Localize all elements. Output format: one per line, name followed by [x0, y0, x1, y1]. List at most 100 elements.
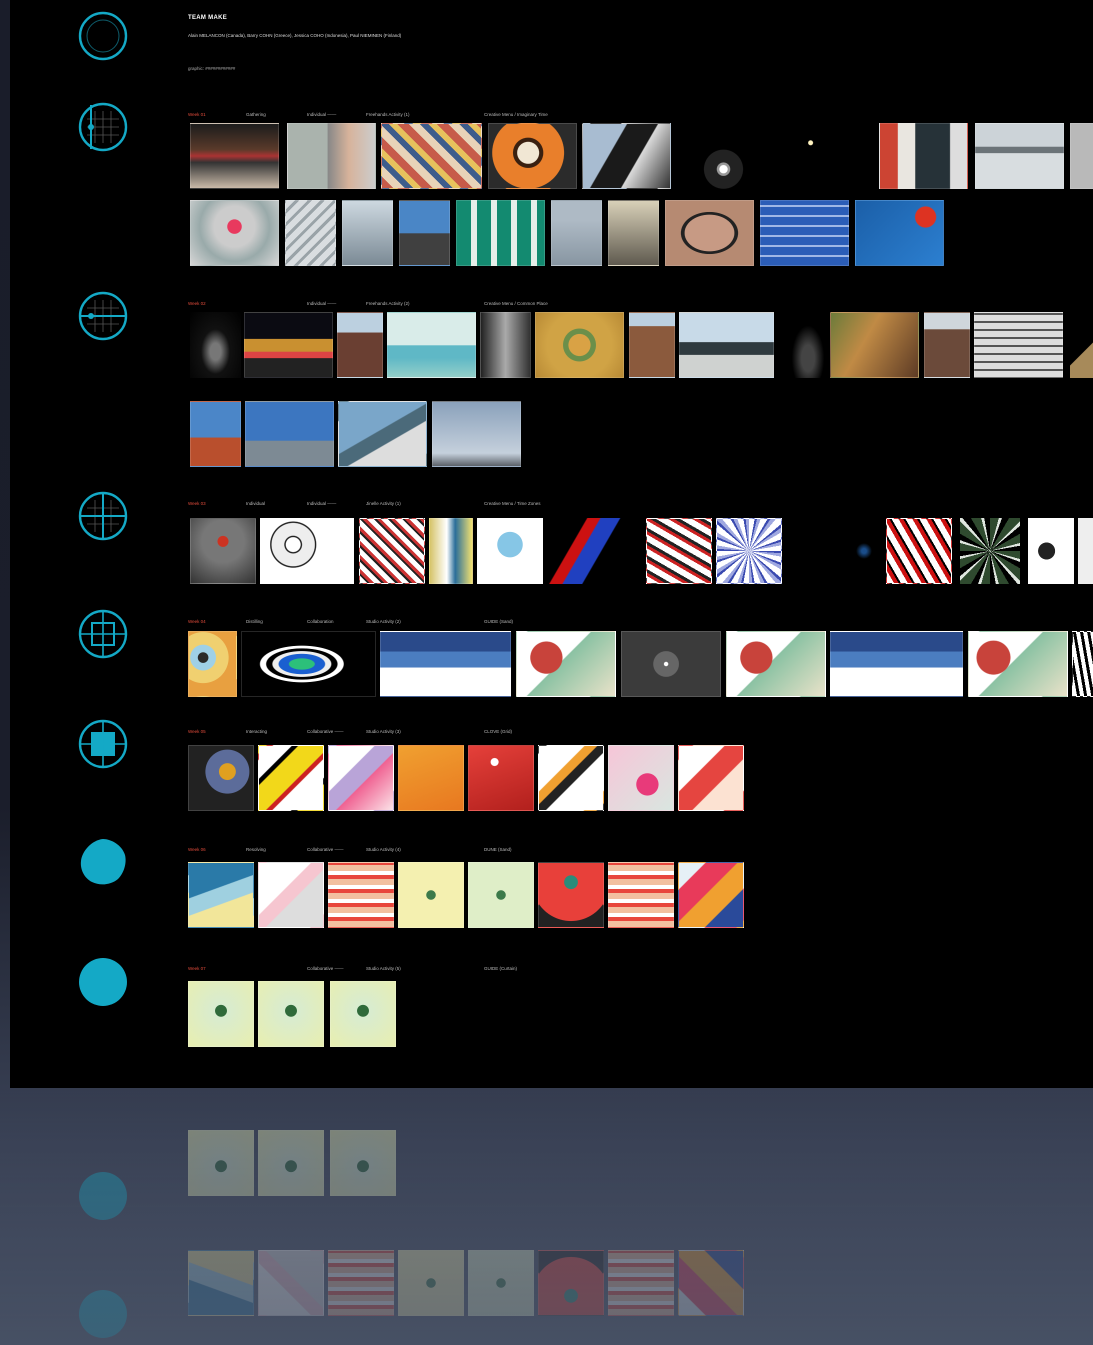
thumbnail[interactable] [258, 745, 324, 811]
thumbnail[interactable] [516, 631, 616, 697]
phase-label: Distilling [246, 619, 263, 624]
thumbnail[interactable] [535, 312, 624, 378]
thumbnail[interactable] [608, 862, 674, 928]
thumbnail[interactable] [380, 631, 511, 697]
thumbnail[interactable] [968, 631, 1068, 697]
mode-label: Individual —— [307, 501, 337, 506]
thumbnail[interactable] [538, 862, 604, 928]
thumbnail[interactable] [538, 745, 604, 811]
thumbnail[interactable] [287, 123, 376, 189]
thumbnail[interactable] [398, 745, 464, 811]
thumbnail[interactable] [190, 123, 279, 189]
thumbnail[interactable] [241, 631, 376, 697]
thumbnail[interactable] [678, 862, 744, 928]
thumbnail[interactable] [679, 123, 768, 189]
week-03-icon[interactable] [78, 491, 128, 541]
thumbnail[interactable] [480, 312, 531, 378]
thumbnail[interactable] [960, 518, 1020, 584]
phase-label: Interacting [246, 729, 268, 734]
thumbnail[interactable] [924, 312, 970, 378]
thumbnail[interactable] [328, 862, 394, 928]
thumbnail[interactable] [432, 401, 521, 467]
mode-label: Collaborative —— [307, 966, 344, 971]
thumbnail[interactable] [468, 862, 534, 928]
thumbnail[interactable] [775, 123, 864, 189]
thumbnail[interactable] [760, 200, 849, 266]
thumbnail[interactable] [608, 745, 674, 811]
thumbnail[interactable] [830, 631, 963, 697]
thumbnail[interactable] [387, 312, 476, 378]
week-label: Week 01 [188, 112, 206, 117]
thumbnail[interactable] [665, 200, 754, 266]
thumbnail[interactable] [488, 123, 577, 189]
thumbnail[interactable] [879, 123, 968, 189]
thumbnail[interactable] [477, 518, 543, 584]
week-label: Week 07 [188, 966, 206, 971]
thumbnail[interactable] [1070, 123, 1093, 189]
thumbnail[interactable] [190, 401, 241, 467]
week-01-icon[interactable] [78, 102, 128, 152]
week-05-icon[interactable] [78, 719, 128, 769]
thumbnail[interactable] [679, 312, 774, 378]
thumbnail[interactable] [188, 862, 254, 928]
week-07-icon[interactable] [78, 957, 128, 1007]
thumbnail[interactable] [785, 312, 831, 378]
thumbnail[interactable] [285, 200, 336, 266]
thumbnail[interactable] [547, 518, 641, 584]
thumbnail[interactable] [1072, 631, 1093, 697]
mode-label: Collaboration [307, 619, 334, 624]
week-02-icon[interactable] [78, 291, 128, 341]
thumbnail[interactable] [258, 862, 324, 928]
thumbnail[interactable] [716, 518, 782, 584]
thumbnail[interactable] [830, 312, 919, 378]
thumbnail[interactable] [608, 200, 659, 266]
thumbnail[interactable] [678, 745, 744, 811]
thumbnail[interactable] [328, 745, 394, 811]
thumbnail[interactable] [245, 401, 334, 467]
thumbnail[interactable] [188, 631, 237, 697]
thumbnail[interactable] [338, 401, 427, 467]
thumbnail[interactable] [646, 518, 712, 584]
thumbnail[interactable] [244, 312, 333, 378]
thumbnail[interactable] [190, 200, 279, 266]
thumbnail[interactable] [886, 518, 952, 584]
team-logo-icon [78, 11, 128, 61]
thumbnail[interactable] [621, 631, 721, 697]
thumbnail[interactable] [190, 518, 256, 584]
thumbnail[interactable] [258, 981, 324, 1047]
thumbnail[interactable] [855, 200, 944, 266]
thumbnail[interactable] [359, 518, 425, 584]
thumbnail[interactable] [188, 745, 254, 811]
theme-label: GUIDE (Curtain) [484, 966, 518, 971]
thumbnail[interactable] [629, 312, 675, 378]
thumbnail[interactable] [468, 745, 534, 811]
thumbnail[interactable] [337, 312, 383, 378]
thumbnail[interactable] [330, 981, 396, 1047]
thumbnail[interactable] [399, 200, 450, 266]
activity-label: Studio Activity (2) [366, 619, 401, 624]
thumbnail[interactable] [974, 312, 1063, 378]
thumbnail[interactable] [582, 123, 671, 189]
thumbnail[interactable] [726, 631, 826, 697]
theme-label: DUNE (Sand) [484, 847, 512, 852]
thumbnail[interactable] [260, 518, 354, 584]
activity-label: Freehands Activity (1) [366, 112, 410, 117]
thumbnail[interactable] [551, 200, 602, 266]
week-06-icon[interactable] [78, 837, 128, 887]
activity-label: Studio Activity (5) [366, 966, 401, 971]
thumbnail[interactable] [1070, 312, 1093, 378]
week-label: Week 03 [188, 501, 206, 506]
thumbnail[interactable] [842, 518, 886, 584]
thumbnail[interactable] [342, 200, 393, 266]
thumbnail[interactable] [429, 518, 473, 584]
thumbnail[interactable] [190, 312, 241, 378]
thumbnail[interactable] [456, 200, 545, 266]
thumbnail[interactable] [975, 123, 1064, 189]
thumbnail[interactable] [381, 123, 482, 189]
week-04-icon[interactable] [78, 609, 128, 659]
thumbnail[interactable] [1078, 518, 1093, 584]
phase-label: Gathering [246, 112, 266, 117]
thumbnail[interactable] [1028, 518, 1074, 584]
thumbnail[interactable] [398, 862, 464, 928]
thumbnail[interactable] [188, 981, 254, 1047]
